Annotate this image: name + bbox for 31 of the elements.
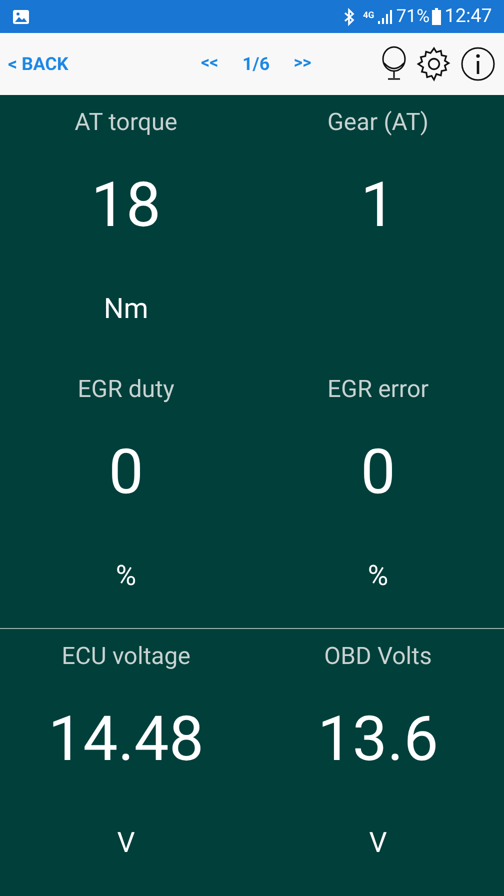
clock: 12:47: [444, 3, 492, 30]
gauge-label: EGR duty: [78, 374, 174, 404]
network-type: 4G: [362, 12, 374, 21]
gauge-label: Gear (AT): [327, 107, 429, 137]
battery-icon: [432, 8, 441, 25]
battery-percent: 71%: [396, 5, 430, 29]
signal-icon: [378, 10, 392, 24]
gauge-label: EGR error: [327, 374, 429, 404]
next-page-button[interactable]: >>: [294, 51, 312, 77]
gauge-label: AT torque: [74, 107, 178, 137]
gauge-value: 18: [91, 175, 161, 237]
previous-page-button[interactable]: <<: [201, 51, 218, 77]
settings-icon[interactable]: [416, 46, 452, 82]
gauge-unit: %: [116, 562, 136, 590]
gauge-value: 1: [360, 175, 396, 237]
gauge-value: 0: [108, 442, 144, 504]
gauge-unit: V: [369, 829, 387, 858]
image-icon: [12, 8, 30, 24]
gauge-value: 13.6: [318, 709, 438, 772]
info-icon[interactable]: [460, 46, 496, 82]
gauge-unit: V: [117, 829, 135, 858]
gauge-value: 0: [360, 442, 396, 504]
gauge-label: ECU voltage: [62, 641, 190, 672]
microphone-icon[interactable]: [380, 46, 408, 82]
page-indicator: 1/6: [242, 52, 270, 76]
gauge-unit: %: [368, 562, 388, 590]
back-button[interactable]: < BACK: [8, 50, 68, 78]
bluetooth-icon: [342, 8, 355, 26]
gauge-value: 14.48: [48, 709, 204, 772]
gauge-label: OBD Volts: [324, 641, 432, 672]
gauge-unit: Nm: [104, 295, 148, 323]
